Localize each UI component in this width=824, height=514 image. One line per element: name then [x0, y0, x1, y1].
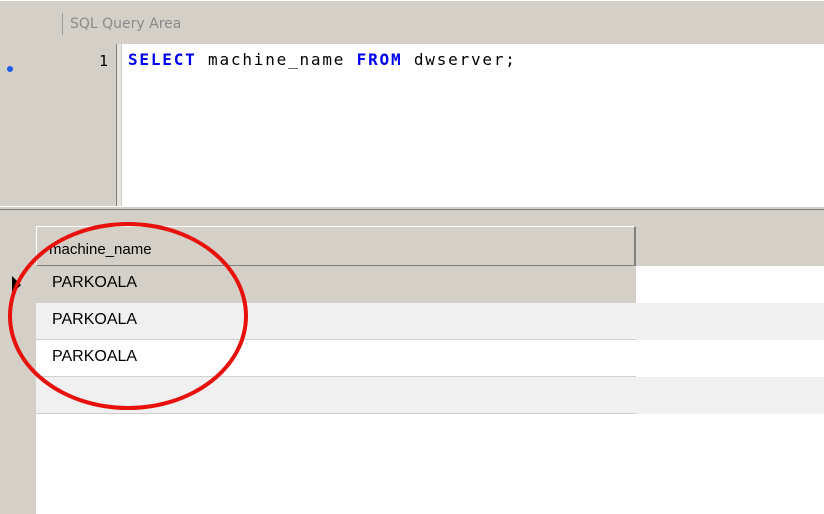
query-area-header: SQL Query Area [0, 0, 824, 44]
header-separator [62, 13, 63, 35]
row-indicator-column[interactable] [0, 226, 36, 514]
new-row-cell[interactable] [36, 377, 636, 414]
sql-editor[interactable]: 1 SELECT machine_name FROM dwserver; [0, 44, 824, 208]
row-empty-area [636, 303, 824, 340]
row-empty-area [636, 377, 824, 414]
column-header-machine-name[interactable]: machine_name [36, 226, 636, 266]
identifier-machine-name: machine_name [196, 50, 357, 69]
grid-top-band [0, 210, 824, 226]
cell-machine-name: PARKOALA [52, 311, 138, 328]
row-empty-area [636, 266, 824, 303]
current-row-arrow-icon [12, 276, 21, 294]
sql-code-line[interactable]: SELECT machine_name FROM dwserver; [128, 50, 517, 69]
gutter-edge [117, 44, 122, 206]
keyword-select: SELECT [128, 50, 197, 69]
keyword-from: FROM [356, 50, 403, 69]
results-grid[interactable]: machine_name PARKOALA PARKOALA PARKOALA [0, 210, 824, 514]
table-row[interactable]: PARKOALA [36, 266, 636, 303]
cell-machine-name: PARKOALA [52, 348, 138, 365]
line-number: 1 [98, 52, 108, 70]
table-name: dwserver; [402, 50, 517, 69]
column-header-label: machine_name [49, 241, 152, 258]
header-empty-area [636, 226, 824, 266]
table-row[interactable]: PARKOALA [36, 340, 636, 377]
cell-machine-name: PARKOALA [52, 274, 138, 291]
line-number-gutter: 1 [0, 44, 117, 206]
table-row[interactable]: PARKOALA [36, 303, 636, 340]
query-area-title: SQL Query Area [70, 16, 182, 32]
row-empty-area [636, 340, 824, 377]
breakpoint-dot-icon[interactable] [7, 66, 13, 72]
